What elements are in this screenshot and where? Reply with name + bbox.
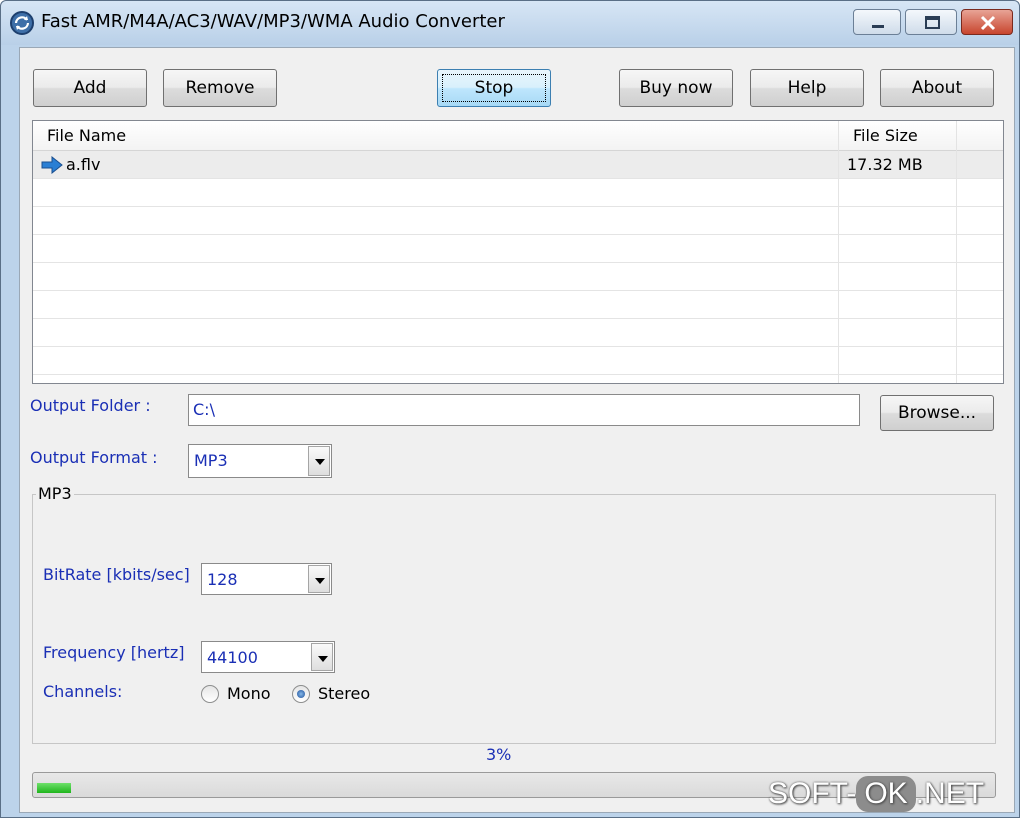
add-button[interactable]: Add (33, 69, 147, 107)
mp3-group-title: MP3 (36, 484, 74, 503)
buy-now-button[interactable]: Buy now (619, 69, 733, 107)
watermark-logo: SOFT- OK .NET (768, 776, 984, 812)
remove-button[interactable]: Remove (163, 69, 277, 107)
stop-button[interactable]: Stop (437, 69, 551, 107)
bitrate-value: 128 (207, 570, 238, 589)
dropdown-button[interactable] (308, 565, 330, 593)
file-name-cell: a.flv (66, 155, 101, 174)
frequency-label: Frequency [hertz] (43, 643, 185, 662)
radio-stereo-label: Stereo (318, 684, 371, 703)
table-row[interactable]: a.flv 17.32 MB (33, 151, 1003, 179)
close-icon (980, 15, 996, 31)
empty-row (33, 291, 1003, 319)
maximize-icon (925, 16, 940, 29)
column-header-file-name[interactable]: File Name (33, 121, 839, 151)
empty-row (33, 263, 1003, 291)
close-button[interactable] (961, 9, 1013, 35)
radio-mono-label: Mono (227, 684, 271, 703)
watermark-left: SOFT- (768, 777, 857, 810)
output-format-value: MP3 (194, 451, 228, 470)
output-format-select[interactable]: MP3 (188, 444, 332, 478)
output-folder-input[interactable]: C:\ (188, 394, 860, 426)
window-title: Fast AMR/M4A/AC3/WAV/MP3/WMA Audio Conve… (41, 11, 505, 32)
dropdown-button[interactable] (311, 643, 333, 671)
bitrate-select[interactable]: 128 (201, 563, 332, 595)
frequency-value: 44100 (207, 648, 258, 667)
about-button[interactable]: About (880, 69, 994, 107)
title-bar[interactable]: Fast AMR/M4A/AC3/WAV/MP3/WMA Audio Conve… (1, 1, 1019, 45)
file-list-header: File Name File Size (33, 121, 1003, 151)
column-divider (838, 151, 839, 383)
minimize-button[interactable] (853, 9, 901, 35)
empty-row (33, 235, 1003, 263)
chevron-down-icon (315, 578, 325, 584)
radio-selected-dot (297, 690, 305, 698)
chevron-down-icon (318, 656, 328, 662)
empty-row (33, 319, 1003, 347)
minimize-icon (872, 25, 884, 28)
chevron-down-icon (315, 459, 325, 465)
help-button[interactable]: Help (750, 69, 864, 107)
channels-label: Channels: (43, 682, 123, 701)
progress-percent: 3% (486, 745, 512, 764)
column-divider (956, 151, 957, 383)
output-format-label: Output Format : (30, 448, 158, 467)
arrow-right-icon (41, 156, 63, 174)
output-folder-label: Output Folder : (30, 396, 151, 415)
watermark-right: .NET (915, 777, 985, 810)
empty-row (33, 207, 1003, 235)
file-list[interactable]: File Name File Size a.flv 17.32 MB (32, 120, 1004, 384)
dropdown-button[interactable] (308, 446, 330, 476)
empty-row (33, 347, 1003, 375)
frequency-select[interactable]: 44100 (201, 641, 335, 673)
browse-button[interactable]: Browse... (880, 395, 994, 431)
radio-circle[interactable] (292, 685, 310, 703)
watermark-middle: OK (856, 776, 916, 812)
converter-app-icon (10, 11, 34, 35)
radio-circle[interactable] (201, 685, 219, 703)
maximize-button[interactable] (905, 9, 957, 35)
file-size-cell: 17.32 MB (847, 155, 923, 174)
progress-fill (37, 783, 71, 793)
empty-row (33, 179, 1003, 207)
mp3-settings-group (32, 494, 996, 744)
column-header-file-size[interactable]: File Size (839, 121, 957, 151)
bitrate-label: BitRate [kbits/sec] (43, 565, 190, 584)
